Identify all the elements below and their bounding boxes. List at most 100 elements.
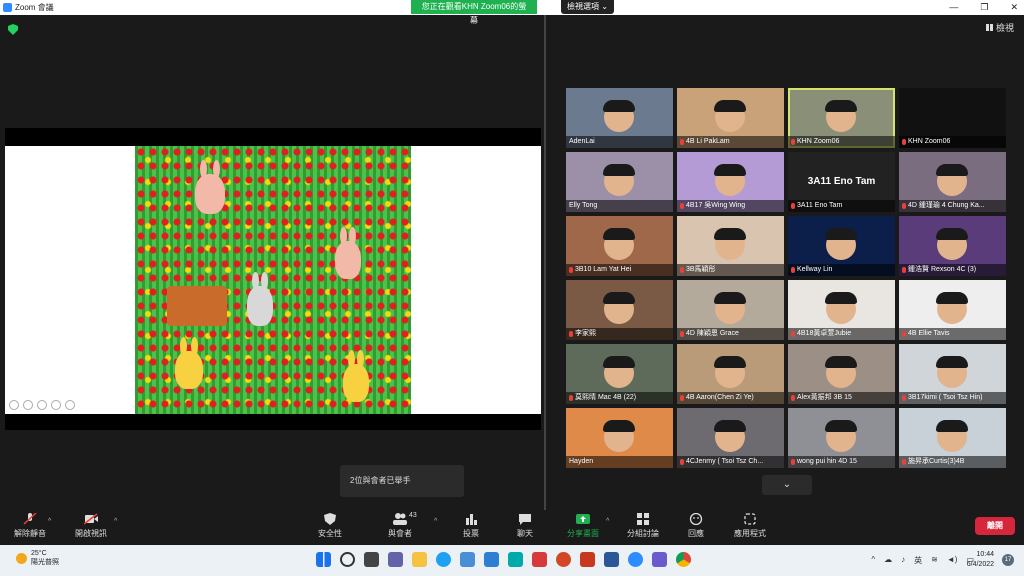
participants-options-caret-icon[interactable]: ^ bbox=[434, 518, 437, 525]
prev-slide-icon[interactable] bbox=[9, 400, 19, 410]
pen-icon[interactable] bbox=[37, 400, 47, 410]
participant-caption: KHN Zoom06 bbox=[899, 136, 1006, 148]
video-options-caret-icon[interactable]: ^ bbox=[114, 518, 117, 525]
clock[interactable]: 10:44 6/4/2022 bbox=[967, 550, 994, 570]
gallery-scroll-down-button[interactable]: ⌄ bbox=[762, 475, 812, 495]
participant-tile[interactable]: 3B馬穎彤 bbox=[677, 216, 784, 276]
participant-tile[interactable]: KHN Zoom06 bbox=[788, 88, 895, 148]
participant-hair bbox=[936, 228, 968, 240]
store-icon[interactable] bbox=[460, 552, 475, 567]
participant-caption: 李家熙 bbox=[566, 328, 673, 340]
muted-mic-icon bbox=[680, 139, 684, 145]
participant-tile[interactable]: 4CJenmy ( Tsoi Tsz Ch... bbox=[677, 408, 784, 468]
encryption-shield-icon[interactable] bbox=[8, 24, 18, 35]
outlook-icon[interactable] bbox=[604, 552, 619, 567]
participant-tile[interactable]: 鍾浩賢 Rexson 4C (3) bbox=[899, 216, 1006, 276]
view-options-button[interactable]: 檢視選項 ⌄ bbox=[561, 0, 614, 14]
participant-hair bbox=[714, 164, 746, 176]
participant-tile[interactable]: Alex黃振邦 3B 15 bbox=[788, 344, 895, 404]
tray-overflow-icon[interactable]: ^ bbox=[871, 555, 875, 566]
participant-hair bbox=[936, 420, 968, 432]
zoom-taskbar-icon[interactable] bbox=[628, 552, 643, 567]
participant-tile[interactable]: 4D 鍾瑾瑜 4 Chung Ka... bbox=[899, 152, 1006, 212]
notification-badge[interactable]: 17 bbox=[1002, 554, 1014, 566]
start-menu-icon[interactable] bbox=[316, 552, 331, 567]
mcafee-icon[interactable] bbox=[532, 552, 547, 567]
app-icon-2[interactable] bbox=[652, 552, 667, 567]
zoom-logo-icon bbox=[3, 3, 12, 12]
office-icon[interactable] bbox=[580, 552, 595, 567]
muted-mic-icon bbox=[791, 395, 795, 401]
participant-caption: Hayden bbox=[566, 456, 673, 468]
start-video-label: 開啟視訊 bbox=[75, 529, 107, 538]
participant-tile[interactable]: 4B Aaron(Chen Zi Ye) bbox=[677, 344, 784, 404]
participant-tile[interactable]: 4B18黃卓萱Jubie bbox=[788, 280, 895, 340]
bunny-puzzle-image bbox=[135, 146, 411, 414]
participants-button[interactable]: 43 與會者 bbox=[388, 512, 417, 539]
close-button[interactable]: ✕ bbox=[1010, 0, 1018, 15]
file-explorer-icon[interactable] bbox=[412, 552, 427, 567]
participant-tile[interactable]: 李家熙 bbox=[566, 280, 673, 340]
leave-meeting-button[interactable]: 離開 bbox=[975, 517, 1015, 535]
security-button[interactable]: 安全性 bbox=[318, 513, 342, 539]
participant-tile[interactable]: KHN Zoom06 bbox=[899, 88, 1006, 148]
wifi-icon[interactable]: ≋ bbox=[931, 555, 938, 566]
polls-button[interactable]: 投票 bbox=[463, 513, 479, 539]
participant-tile[interactable]: 4D 陳穎恩 Grace bbox=[677, 280, 784, 340]
participant-tile[interactable]: 莫熙晴 Mac 4B (22) bbox=[566, 344, 673, 404]
task-view-icon[interactable] bbox=[364, 552, 379, 567]
participant-tile[interactable]: 4B Li PakLam bbox=[677, 88, 784, 148]
participant-tile[interactable]: 4B17 吳Wing Wing bbox=[677, 152, 784, 212]
weather-description: 陽光普照 bbox=[31, 559, 59, 566]
volume-icon[interactable]: ◄) bbox=[947, 555, 958, 566]
powerpoint-icon[interactable] bbox=[556, 552, 571, 567]
weather-widget[interactable]: 25°C 陽光普照 bbox=[16, 550, 59, 567]
participant-tile[interactable]: 4B Ellie Tavis bbox=[899, 280, 1006, 340]
muted-mic-icon bbox=[569, 331, 573, 337]
participant-tile[interactable]: 3B17kimi ( Tsoi Tsz Hin) bbox=[899, 344, 1006, 404]
share-screen-button[interactable]: 分享畫面 bbox=[567, 513, 599, 539]
muted-mic-icon bbox=[791, 203, 795, 209]
maximize-button[interactable]: ❐ bbox=[980, 0, 988, 15]
muted-mic-icon bbox=[791, 267, 795, 273]
meeting-toolbar: 解除靜音 ^ 開啟視訊 ^ 安全性 43 與會者 ^ 投票 聊天 分享畫面 ^ … bbox=[0, 510, 1024, 545]
unmute-button[interactable]: 解除靜音 bbox=[14, 512, 46, 539]
participant-tile[interactable]: 3B10 Lam Yat Hei bbox=[566, 216, 673, 276]
zoom-icon[interactable] bbox=[51, 400, 61, 410]
app-icon[interactable] bbox=[508, 552, 523, 567]
participant-tile[interactable]: AdenLai bbox=[566, 88, 673, 148]
chat-button[interactable]: 聊天 bbox=[517, 513, 533, 539]
ime-indicator[interactable]: 英 bbox=[914, 555, 922, 566]
split-divider[interactable] bbox=[544, 15, 546, 510]
participant-tile[interactable]: 3A11 Eno Tam 3A11 Eno Tam bbox=[788, 152, 895, 212]
reactions-button[interactable]: 回應 bbox=[688, 512, 704, 539]
share-options-caret-icon[interactable]: ^ bbox=[606, 518, 609, 525]
apps-button[interactable]: 應用程式 bbox=[734, 513, 766, 539]
gallery-view-button[interactable]: 檢視 bbox=[985, 21, 1014, 34]
participant-hair bbox=[714, 292, 746, 304]
participant-caption: 4B18黃卓萱Jubie bbox=[788, 328, 895, 340]
mic-icon[interactable]: ♪ bbox=[901, 555, 905, 566]
participant-tile[interactable]: Kellway Lin bbox=[788, 216, 895, 276]
teams-chat-icon[interactable] bbox=[388, 552, 403, 567]
search-icon[interactable] bbox=[340, 552, 355, 567]
participant-caption: KHN Zoom06 bbox=[788, 136, 895, 148]
participant-name-display: 3A11 Eno Tam bbox=[807, 176, 876, 187]
temperature: 25°C bbox=[31, 550, 47, 557]
participant-tile[interactable]: 施昇承Curtis(3)4B bbox=[899, 408, 1006, 468]
edge-browser-icon[interactable] bbox=[436, 552, 451, 567]
raised-hands-toast[interactable]: 2位與會者已舉手 bbox=[340, 465, 464, 497]
onedrive-icon[interactable]: ☁ bbox=[884, 555, 892, 566]
start-video-button[interactable]: 開啟視訊 bbox=[75, 513, 107, 539]
breakout-rooms-button[interactable]: 分組討論 bbox=[627, 513, 659, 539]
more-icon[interactable] bbox=[65, 400, 75, 410]
participant-tile[interactable]: Elly Tong bbox=[566, 152, 673, 212]
photos-icon[interactable] bbox=[484, 552, 499, 567]
audio-options-caret-icon[interactable]: ^ bbox=[48, 518, 51, 525]
next-slide-icon[interactable] bbox=[23, 400, 33, 410]
participant-tile[interactable]: wong pui hin 4D 15 bbox=[788, 408, 895, 468]
minimize-button[interactable]: — bbox=[949, 0, 958, 15]
participant-tile[interactable]: Hayden bbox=[566, 408, 673, 468]
chrome-icon[interactable] bbox=[676, 552, 691, 567]
participant-name: Elly Tong bbox=[569, 202, 598, 209]
